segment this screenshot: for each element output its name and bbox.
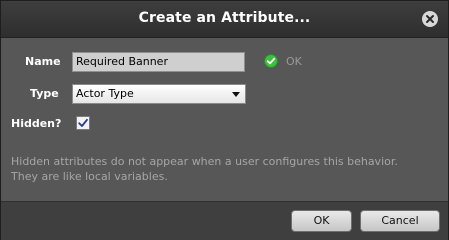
hint-line-2: They are like local variables.: [11, 170, 168, 183]
hidden-label: Hidden?: [11, 117, 62, 130]
dialog-body: Name Required Banner OK Type Actor Type …: [1, 38, 448, 201]
checkmark-icon: [78, 118, 88, 127]
type-select[interactable]: Actor Type: [72, 84, 246, 104]
hidden-checkbox[interactable]: [76, 116, 90, 130]
hint-text: Hidden attributes do not appear when a u…: [11, 154, 441, 184]
check-circle-icon: [264, 54, 278, 68]
dialog-footer: OK Cancel: [1, 201, 448, 240]
type-label: Type: [30, 87, 59, 100]
name-input[interactable]: Required Banner: [72, 52, 245, 72]
ok-button[interactable]: OK: [291, 210, 352, 232]
dialog-title: Create an Attribute...: [138, 10, 311, 26]
dialog-titlebar: Create an Attribute...: [1, 1, 448, 38]
status-ok-text: OK: [286, 55, 302, 68]
cancel-button[interactable]: Cancel: [360, 210, 440, 232]
chevron-down-icon: [232, 92, 240, 97]
name-status: OK: [264, 54, 324, 70]
close-icon[interactable]: [422, 11, 438, 27]
type-select-value: Actor Type: [76, 87, 134, 100]
hint-line-1: Hidden attributes do not appear when a u…: [11, 155, 398, 168]
name-label: Name: [25, 55, 61, 68]
create-attribute-dialog: Create an Attribute... Name Required Ban…: [0, 0, 449, 240]
